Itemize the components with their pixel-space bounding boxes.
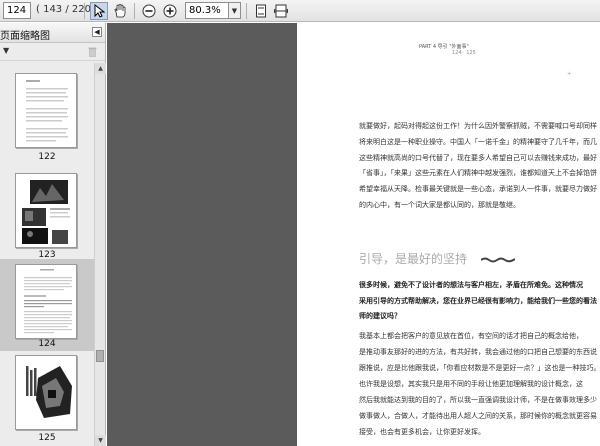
section-heading: 引导，是最好的坚持 — [359, 252, 468, 266]
text-line: 师的建议吗？ — [359, 312, 401, 320]
document-viewport[interactable]: PART 4 导引 "外面事" 124 · 125 + 就要做好，起码对得起这份… — [107, 23, 600, 446]
text-line: 做事做人，合做人，才能待出用人超人之间的关系，那时候你的概念就更容易 — [359, 412, 597, 420]
hand-icon — [114, 4, 126, 18]
arrow-up-icon: ▲ — [98, 65, 103, 72]
toolbar: ( 143 / 220 ) ▼ — [0, 0, 600, 22]
corner-mark: + — [567, 71, 572, 77]
document-page: PART 4 导引 "外面事" 124 · 125 + 就要做好，起码对得起这份… — [297, 23, 600, 446]
delete-page-button[interactable] — [88, 46, 97, 60]
fit-width-icon — [274, 4, 288, 18]
hand-tool-button[interactable] — [111, 2, 129, 20]
text-line: 我基本上都会把客户的意见放在首位，有空间的话才把自己的概念给他， — [359, 332, 583, 340]
thumbnail-panel: 页面缩略图 ◀ ▼ 122 123 124 125 ▲ ▼ — [0, 23, 106, 446]
cursor-icon — [94, 4, 105, 18]
text-line: 然后我就能达到我的目的了，所以我一直强调我设计师，不是在做事效理多少 — [359, 396, 597, 404]
text-line: 采用引导的方式帮助解决，您在业界已经很有影响力，能给我们一些您的看法， — [359, 296, 597, 305]
thumbnail-label: 125 — [38, 433, 56, 443]
question-paragraph: 很多时候，避免不了设计者的想法与客户相左，矛盾在所难免。这种情况 采用引导的方式… — [359, 278, 597, 325]
text-line: 「省事」，「来果」这些元素在人们精神中越发强烈，谁都知道天上不会掉馅饼 — [359, 169, 597, 178]
thumbnail-label: 124 — [38, 339, 56, 349]
fit-width-button[interactable] — [272, 2, 290, 20]
scroll-thumb[interactable] — [96, 350, 104, 362]
collapse-panel-button[interactable]: ◀ — [92, 27, 102, 37]
page-number-input[interactable] — [3, 2, 31, 19]
select-tool-button[interactable] — [90, 2, 108, 20]
text-line: 接受，也会有更多机会，让你更好发挥。 — [359, 428, 485, 436]
chevron-left-icon: ◀ — [94, 28, 100, 36]
toolbar-separator — [84, 3, 85, 19]
arrow-down-icon: ▼ — [98, 437, 103, 444]
zoom-out-button[interactable] — [140, 2, 158, 20]
text-line: 也许我是设想，其实我只是用不同的手段让他更加理解我的设计概念，这 — [359, 380, 583, 388]
thumbnail-image — [15, 264, 77, 339]
zoom-dropdown-button[interactable]: ▼ — [229, 2, 241, 19]
page-header: PART 4 导引 "外面事" — [419, 44, 469, 50]
fit-page-icon — [256, 4, 266, 18]
text-line: 的内心中，有一个词大家是都认同的，那就是敬继。 — [359, 200, 520, 209]
thumbnail-list: 122 123 124 125 — [0, 63, 94, 446]
text-line: 希望幸福从天降。检事最关键就是一些心态，承诺到人一件事，就要尽力做好。 — [359, 185, 597, 194]
scribble-decoration — [481, 257, 515, 263]
thumbnail-item[interactable]: 122 — [0, 63, 94, 162]
thumbnail-scrollbar[interactable]: ▲ ▼ — [94, 63, 106, 446]
panel-title: 页面缩略图 — [0, 31, 50, 42]
thumbnail-label: 122 — [38, 152, 56, 162]
scroll-down-button[interactable]: ▼ — [95, 435, 106, 446]
text-line: 是推动事友那好的进的方法，有共好转，我会通过他的口把自己想要的东西说 — [359, 348, 597, 356]
text-line: 跟推说，应是比他跟我说，「你看应材数是不是更好一点？」这也是一种技巧。 — [359, 364, 597, 372]
text-line: 很多时候，避免不了设计者的想法与客户相左，矛盾在所难免。这种情况 — [359, 281, 583, 289]
trash-icon — [88, 47, 97, 57]
thumbnail-item-selected[interactable]: 124 — [0, 259, 94, 351]
toolbar-separator — [246, 3, 247, 19]
thumbnail-image — [15, 73, 77, 148]
dropdown-arrow-icon: ▼ — [3, 46, 10, 55]
zoom-level-input[interactable] — [185, 2, 229, 19]
thumbnail-image — [15, 355, 77, 430]
text-line: 将来明白这是一种职业操守。中国人「一诺千金」的精神要守了几千年，而几十年 — [359, 137, 597, 146]
panel-toolbar: ▼ — [0, 43, 105, 61]
zoom-in-button[interactable] — [161, 2, 179, 20]
paragraph-1: 就要做好，起码对得起这份工作！为什么因外警察抓贼，不需要喊口号却同样 将来明白这… — [359, 119, 597, 214]
toolbar-separator — [134, 3, 135, 19]
thumbnail-item[interactable]: 123 — [0, 168, 94, 263]
plus-circle-icon — [163, 4, 177, 18]
text-line: 就要做好，起码对得起这份工作！为什么因外警察抓贼，不需要喊口号却同样 — [359, 122, 597, 130]
thumbnail-image — [15, 173, 77, 248]
thumbnail-item[interactable]: 125 — [0, 353, 94, 446]
options-button[interactable]: ▼ — [3, 46, 9, 55]
page-subheader: 124 · 125 — [452, 50, 476, 56]
fit-page-button[interactable] — [252, 2, 270, 20]
answer-paragraph: 我基本上都会把客户的意见放在首位，有空间的话才把自己的概念给他， 是推动事友那好… — [359, 328, 597, 440]
text-line: 这些精神就高尚的口号代替了，现在要多人希望自己可以去赚钱来成功，最好， — [359, 153, 597, 162]
panel-header: 页面缩略图 ◀ — [0, 23, 105, 43]
minus-circle-icon — [142, 4, 156, 18]
chevron-down-icon: ▼ — [231, 6, 238, 15]
scroll-up-button[interactable]: ▲ — [95, 63, 106, 74]
page-count: ( 143 / 220 ) — [36, 4, 99, 15]
